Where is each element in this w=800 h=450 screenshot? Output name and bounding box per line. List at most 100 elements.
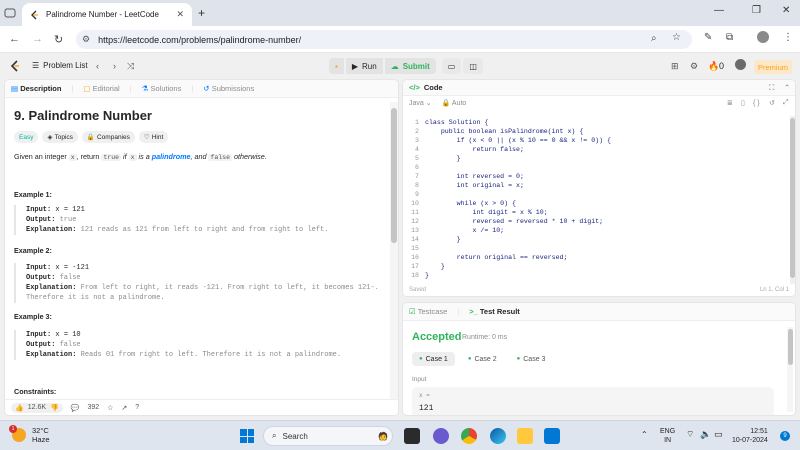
code-text[interactable]: int digit = x % 10;	[425, 208, 547, 217]
whiteboard-button[interactable]: ◫	[463, 58, 483, 74]
layout-grid-icon[interactable]: ⊞	[671, 61, 679, 72]
file-explorer-icon[interactable]	[517, 428, 533, 444]
code-line[interactable]: 7 int reversed = 0;	[403, 172, 788, 181]
url-text[interactable]: https://leetcode.com/problems/palindrome…	[98, 35, 301, 45]
help-icon[interactable]: ?	[135, 404, 139, 411]
new-tab-icon[interactable]: +	[198, 6, 205, 20]
tab-test-result[interactable]: >_ Test Result	[469, 307, 520, 316]
volume-icon[interactable]: 🔈	[700, 430, 711, 439]
back-icon[interactable]: ←	[9, 33, 20, 45]
code-line[interactable]: 9	[403, 190, 788, 199]
bookmark-star-icon[interactable]: ☆	[672, 32, 681, 43]
streak-icon[interactable]: 🔥	[708, 61, 719, 72]
user-avatar[interactable]	[735, 59, 746, 70]
format-icon[interactable]: ≣	[727, 99, 733, 107]
maximize-icon[interactable]: ⛶	[769, 83, 774, 93]
problem-list-button[interactable]: ☰ Problem List	[32, 61, 88, 70]
tab-editorial[interactable]: ▢ Editorial	[83, 84, 119, 93]
tray-chevron-icon[interactable]: ⌃	[641, 430, 648, 439]
tab-submissions[interactable]: ↺ Submissions	[203, 84, 254, 93]
code-text[interactable]: return false;	[425, 145, 523, 154]
share-icon[interactable]: ↗	[121, 404, 127, 412]
star-icon[interactable]: ☆	[107, 404, 113, 412]
code-line[interactable]: 5 }	[403, 154, 788, 163]
case-tab-2[interactable]: ● Case 2	[461, 352, 504, 366]
leetcode-logo-icon[interactable]	[10, 60, 21, 72]
code-text[interactable]: }	[425, 271, 429, 280]
shuffle-icon[interactable]: ⤨	[127, 61, 134, 72]
submit-button[interactable]: ☁ Submit	[384, 58, 436, 74]
code-line[interactable]: 1 class Solution {	[403, 118, 788, 127]
restore-icon[interactable]: ❐	[752, 5, 761, 16]
reload-icon[interactable]: ↻	[54, 33, 63, 46]
palindrome-link[interactable]: palindrome	[152, 152, 191, 161]
code-line[interactable]: 2 public boolean isPalindrome(int x) {	[403, 127, 788, 136]
profile-avatar[interactable]	[757, 31, 769, 43]
chrome-icon[interactable]	[461, 428, 477, 444]
code-line[interactable]: 6	[403, 163, 788, 172]
reset-icon[interactable]: ↺	[769, 99, 775, 107]
pen-extension-icon[interactable]: ✎	[704, 32, 712, 43]
browser-tab-active[interactable]: Palindrome Number - LeetCode ✕	[22, 3, 192, 26]
tab-description[interactable]: ▤ Description	[11, 84, 61, 93]
bookmark-icon[interactable]: ▯	[741, 99, 745, 107]
code-scroll-thumb[interactable]	[790, 118, 795, 278]
wifi-icon[interactable]: ⌔	[686, 430, 694, 439]
address-bar[interactable]: ⚙ https://leetcode.com/problems/palindro…	[76, 30, 692, 49]
code-line[interactable]: 3 if (x < 0 || (x % 10 == 0 && x != 0)) …	[403, 136, 788, 145]
hint-chip[interactable]: ♡ Hint	[138, 131, 169, 143]
code-line[interactable]: 18}	[403, 271, 788, 280]
window-close-icon[interactable]: ✕	[782, 5, 790, 16]
forward-icon[interactable]: →	[32, 33, 43, 45]
tab-close-icon[interactable]: ✕	[176, 9, 184, 20]
minimize-icon[interactable]: —	[714, 5, 724, 16]
code-text[interactable]: }	[425, 262, 445, 271]
code-text[interactable]: public boolean isPalindrome(int x) {	[425, 127, 583, 136]
code-editor[interactable]: 1 class Solution {2 public boolean isPali…	[403, 118, 788, 280]
code-text[interactable]: if (x < 0 || (x % 10 == 0 && x != 0)) {	[425, 136, 611, 145]
case-tab-3[interactable]: ● Case 3	[510, 352, 553, 366]
code-line[interactable]: 13 x /= 10;	[403, 226, 788, 235]
code-text[interactable]: reversed = reversed * 10 + digit;	[425, 217, 603, 226]
code-text[interactable]: class Solution {	[425, 118, 488, 127]
code-line[interactable]: 8 int original = x;	[403, 181, 788, 190]
companies-chip[interactable]: 🔒 Companies	[81, 131, 135, 143]
notification-badge[interactable]: 9	[780, 431, 790, 441]
prev-problem-icon[interactable]: ‹	[96, 61, 99, 71]
tab-testcase[interactable]: ☑ Testcase	[409, 307, 447, 316]
language-select[interactable]: Java ⌄	[409, 99, 432, 107]
code-text[interactable]: while (x > 0) {	[425, 199, 516, 208]
extensions-icon[interactable]: ⧉	[726, 32, 733, 43]
code-line[interactable]: 17 }	[403, 262, 788, 271]
code-text[interactable]: }	[425, 235, 461, 244]
code-text[interactable]: int reversed = 0;	[425, 172, 524, 181]
code-line[interactable]: 15	[403, 244, 788, 253]
run-button[interactable]: ▶ Run	[345, 58, 383, 74]
code-line[interactable]: 4 return false;	[403, 145, 788, 154]
code-line[interactable]: 16 return original == reversed;	[403, 253, 788, 262]
fullscreen-icon[interactable]: ⤢	[783, 99, 789, 107]
microsoft-store-icon[interactable]	[544, 428, 560, 444]
zoom-icon[interactable]: ⌕	[651, 33, 657, 44]
thumbs-up-icon[interactable]: 👍	[15, 404, 24, 412]
collapse-icon[interactable]: ⌃	[784, 83, 790, 92]
next-problem-icon[interactable]: ›	[113, 61, 116, 71]
tab-solutions[interactable]: ⚗ Solutions	[142, 84, 182, 93]
code-text[interactable]: }	[425, 154, 461, 163]
code-line[interactable]: 14 }	[403, 235, 788, 244]
premium-button[interactable]: Premium	[754, 60, 792, 74]
case-tab-1[interactable]: ● Case 1	[412, 352, 455, 366]
tab-search-icon[interactable]	[4, 7, 16, 19]
taskbar-search[interactable]: ⌕ Search 🧑	[263, 426, 393, 446]
topics-chip[interactable]: ◈ Topics	[42, 131, 78, 143]
weather-widget[interactable]: 1 32°C Haze	[9, 425, 50, 444]
system-clock[interactable]: 12:51 10-07-2024	[732, 427, 768, 445]
task-view-icon[interactable]	[404, 428, 420, 444]
auto-mode[interactable]: 🔒 Auto	[442, 99, 467, 107]
battery-icon[interactable]: ▭	[714, 430, 723, 439]
language-indicator[interactable]: ENG IN	[660, 427, 675, 445]
thumbs-down-icon[interactable]: 👎	[50, 404, 59, 412]
code-line[interactable]: 11 int digit = x % 10;	[403, 208, 788, 217]
description-scroll-thumb[interactable]	[391, 108, 397, 243]
code-line[interactable]: 10 while (x > 0) {	[403, 199, 788, 208]
